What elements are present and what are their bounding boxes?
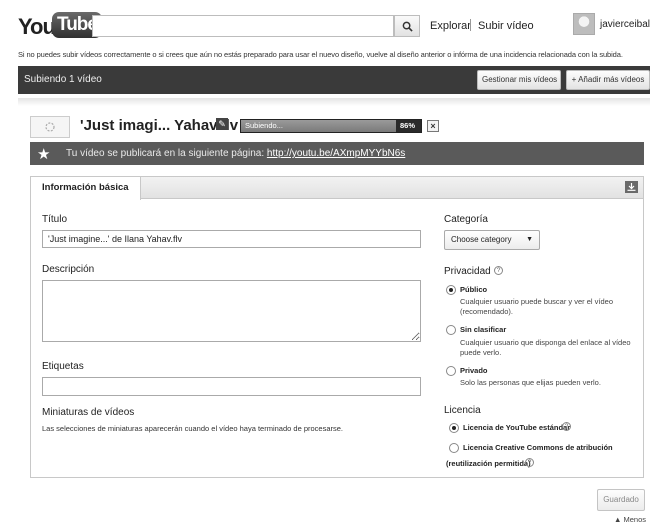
title-field[interactable] (42, 230, 421, 248)
privacy-unlisted-label: Sin clasificar (460, 325, 507, 334)
download-icon[interactable] (625, 181, 638, 193)
search-button[interactable] (394, 15, 420, 37)
tags-label: Etiquetas (42, 361, 84, 372)
video-url-message: Tu vídeo se publicará en la siguiente pá… (66, 148, 405, 159)
url-message-text: Tu vídeo se publicará en la siguiente pá… (66, 148, 265, 159)
privacy-unlisted-radio[interactable] (446, 325, 456, 335)
nav-separator (470, 19, 471, 31)
upload-count-title: Subiendo 1 vídeo (24, 74, 102, 85)
license-youtube-label: Licencia de YouTube estándar (463, 423, 571, 432)
category-selected-value: Choose category (451, 235, 512, 244)
license-youtube-radio[interactable] (449, 423, 459, 433)
nav-explore-link[interactable]: Explorar (430, 20, 471, 32)
thumbnails-info: Las selecciones de miniaturas aparecerán… (42, 424, 344, 433)
title-label: Título (42, 214, 68, 225)
manage-videos-button[interactable]: Gestionar mis vídeos (477, 70, 561, 90)
search-input[interactable] (92, 15, 394, 37)
upload-progress-bar: Subiendo... 86% (240, 119, 422, 133)
category-label: Categoría (444, 214, 488, 225)
privacy-public-radio[interactable] (446, 285, 456, 295)
thumbnails-label: Miniaturas de vídeos (42, 407, 135, 418)
privacy-public-label: Público (460, 285, 488, 294)
add-more-videos-button[interactable]: + Añadir más vídeos (566, 70, 650, 90)
license-cc-label-2: (reutilización permitida) (446, 459, 531, 468)
privacy-private-radio[interactable] (446, 366, 456, 376)
license-youtube-help-icon[interactable]: ? (562, 422, 571, 431)
privacy-label: Privacidad (444, 266, 491, 277)
avatar[interactable] (573, 13, 595, 35)
progress-status: Subiendo... (245, 121, 283, 130)
privacy-private-label: Privado (460, 366, 488, 375)
privacy-public-desc: Cualquier usuario puede buscar y ver el … (460, 297, 614, 316)
privacy-unlisted-desc: Cualquier usuario que disponga del enlac… (460, 338, 631, 357)
save-button[interactable]: Guardado (597, 489, 645, 511)
star-icon: ★ (37, 146, 51, 163)
license-cc-radio[interactable] (449, 443, 459, 453)
progress-percent: 86% (399, 121, 415, 130)
old-design-notice: Si no puedes subir vídeos correctamente … (18, 50, 623, 59)
description-label: Descripción (42, 264, 95, 275)
tags-field[interactable] (42, 377, 421, 396)
edit-icon[interactable]: ✎ (216, 118, 228, 130)
magnifier-icon (402, 21, 413, 32)
download-arrow-icon (627, 183, 636, 191)
license-label: Licencia (444, 405, 481, 416)
username-link[interactable]: javierceibal (600, 19, 650, 30)
chevron-down-icon: ▼ (526, 236, 533, 243)
license-cc-label: Licencia Creative Commons de atribución (463, 443, 613, 452)
video-url-link[interactable]: http://youtu.be/AXmpMYYbN6s (267, 148, 405, 159)
category-select[interactable]: Choose category ▼ (444, 230, 540, 250)
panel-shadow (18, 98, 650, 106)
video-title: 'Just imagi... Yahav.flv (80, 117, 239, 134)
cancel-upload-button[interactable]: × (427, 120, 439, 132)
description-field[interactable] (42, 280, 421, 342)
video-thumbnail (30, 116, 70, 138)
youtube-logo-you[interactable]: You (18, 14, 56, 40)
nav-upload-link[interactable]: Subir vídeo (478, 20, 534, 32)
privacy-help-icon[interactable]: ? (494, 266, 503, 275)
license-cc-help-icon[interactable]: ? (525, 458, 534, 467)
privacy-private-desc: Solo las personas que elijas pueden verl… (460, 378, 601, 387)
spinner-icon (45, 122, 55, 132)
tab-basic-info[interactable]: Información básica (31, 177, 141, 200)
